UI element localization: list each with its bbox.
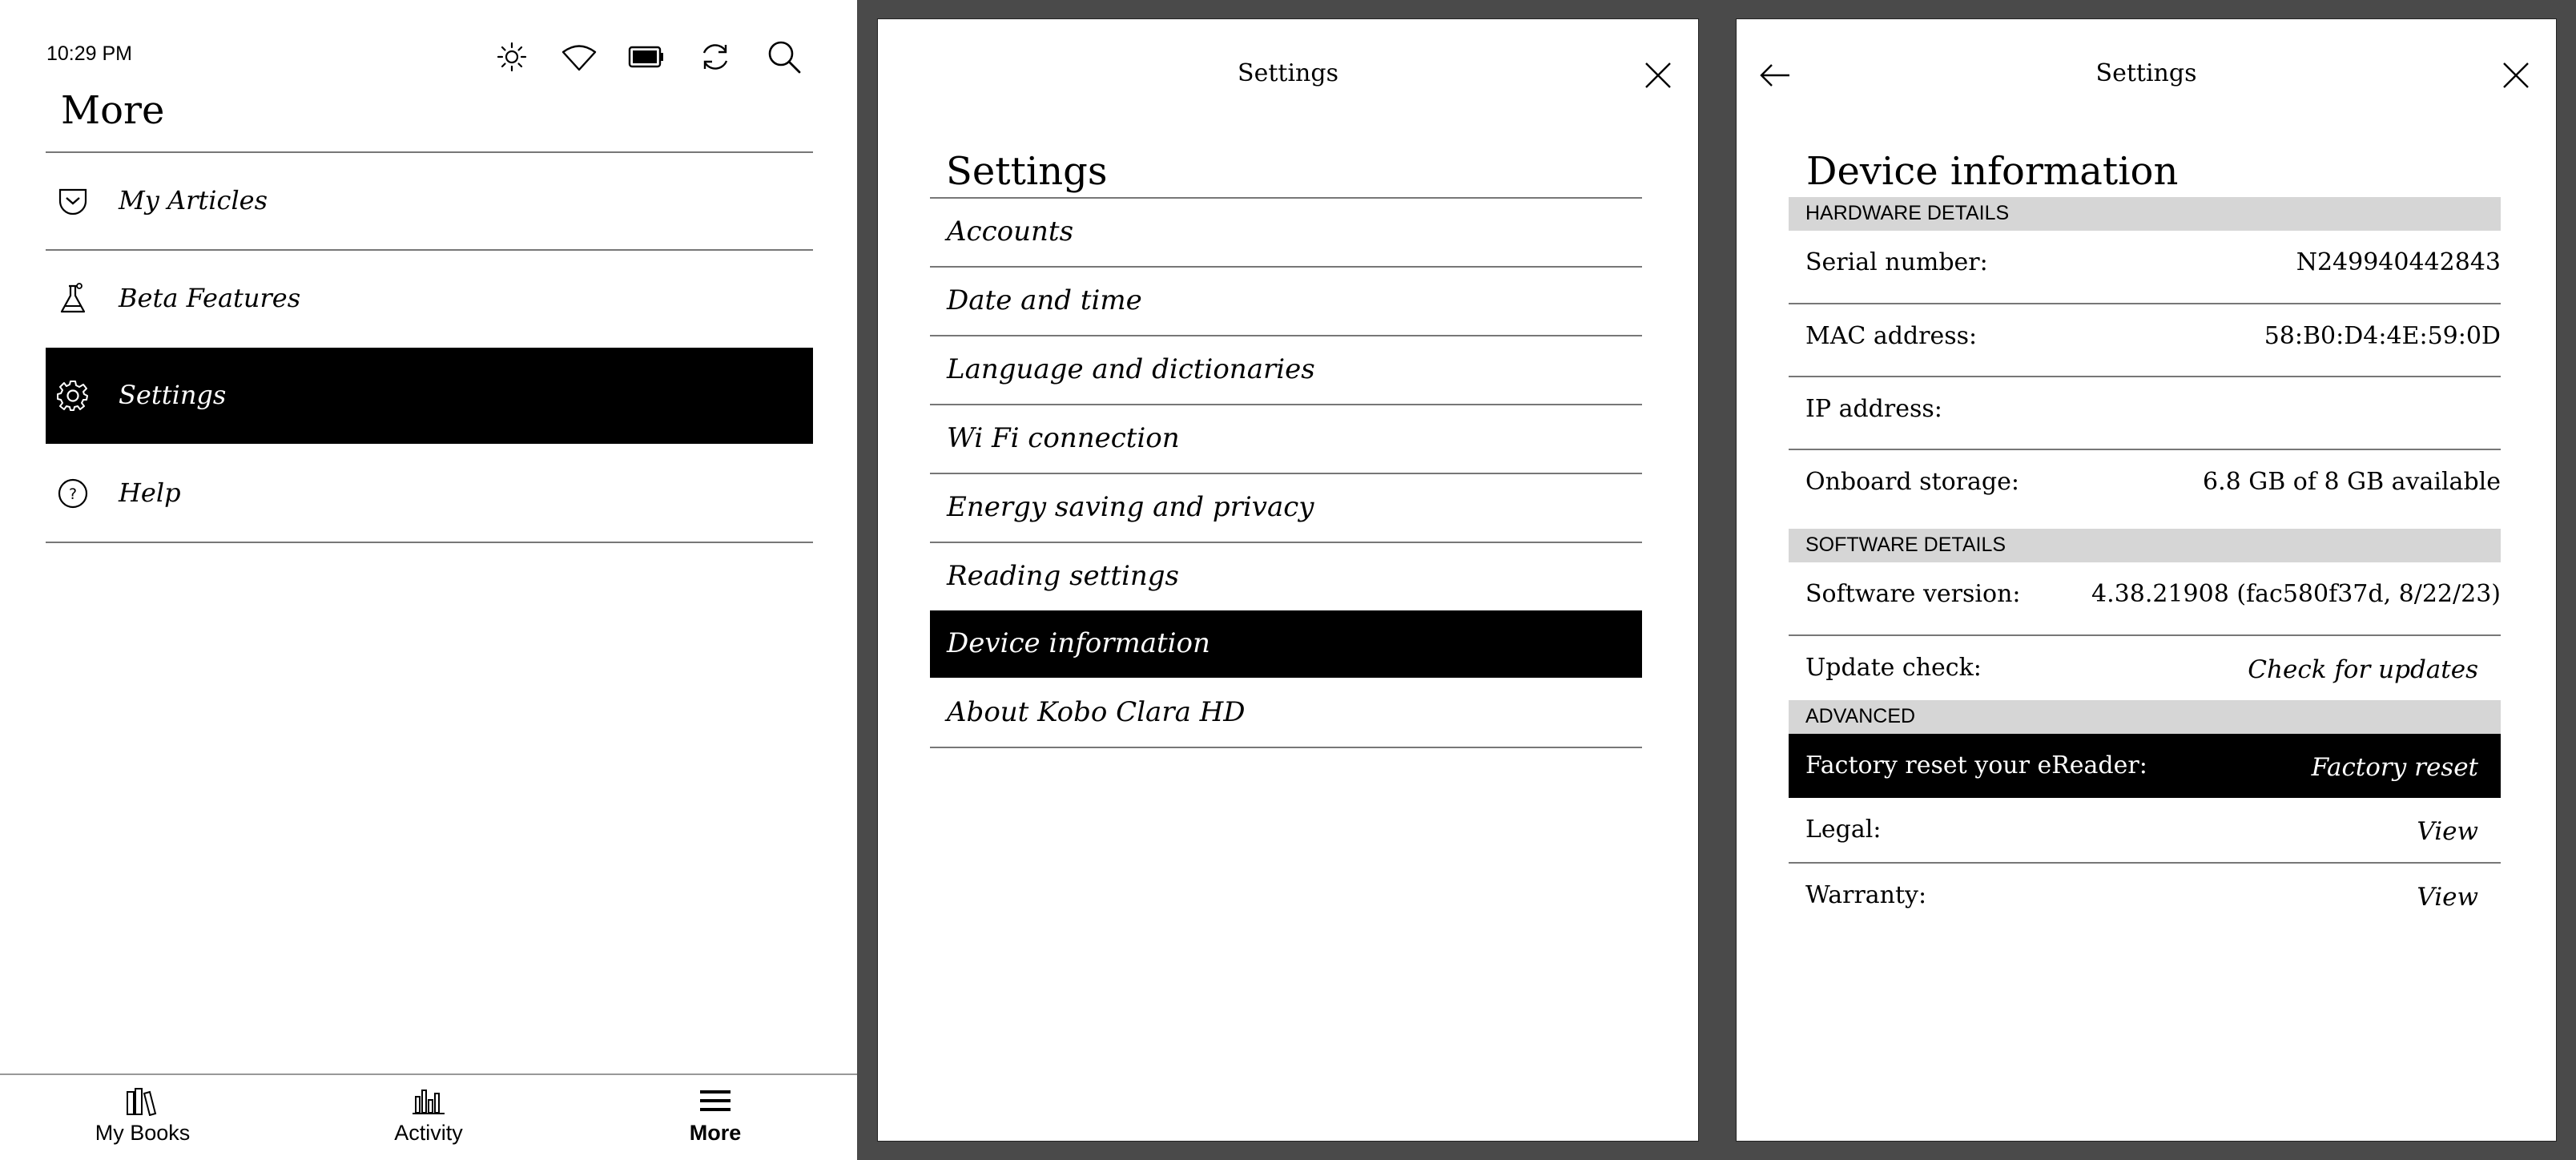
pocket-icon	[58, 188, 87, 215]
row-label: Serial number:	[1805, 248, 1988, 276]
settings-item-label: About Kobo Clara HD	[947, 696, 1246, 728]
header-title: Settings	[1238, 59, 1338, 87]
check-for-updates-button[interactable]: Check for updates	[2248, 655, 2478, 684]
software-version-row: Software version: 4.38.21908 (fac580f37d…	[1789, 562, 2501, 626]
menu-item-help[interactable]: ? Help	[46, 445, 813, 542]
factory-reset-button[interactable]: Factory reset	[2312, 753, 2478, 782]
row-label: IP address:	[1805, 395, 1942, 423]
header-title: Settings	[2095, 59, 2197, 87]
flask-icon	[60, 283, 86, 313]
search-icon[interactable]	[766, 38, 803, 75]
warranty-row: Warranty: View	[1789, 864, 2501, 928]
settings-item-reading[interactable]: Reading settings	[930, 543, 1642, 610]
settings-item-label: Reading settings	[947, 560, 1179, 592]
tab-bar-divider	[0, 1073, 857, 1075]
menu-item-label: Help	[119, 477, 181, 508]
tab-activity[interactable]: Activity	[332, 1085, 525, 1158]
section-title: HARDWARE DETAILS	[1805, 202, 2010, 224]
settings-item-energy[interactable]: Energy saving and privacy	[930, 474, 1642, 542]
factory-reset-row: Factory reset your eReader: Factory rese…	[1789, 734, 2501, 798]
row-value: 58:B0:D4:4E:59:0D	[2264, 322, 2501, 350]
row-label: Warranty:	[1805, 881, 1927, 909]
menu-item-label: Beta Features	[119, 283, 301, 313]
more-screen: 10:29 PM More My Articles Beta Features …	[0, 0, 857, 1160]
settings-item-device-info[interactable]: Device information	[930, 610, 1642, 678]
svg-text:?: ?	[69, 485, 77, 503]
section-title: ADVANCED	[1805, 705, 1916, 727]
section-header-hardware: HARDWARE DETAILS	[1789, 197, 2501, 231]
settings-item-label: Device information	[947, 627, 1210, 659]
status-time: 10:29 PM	[46, 42, 133, 65]
activity-chart-icon	[413, 1090, 445, 1114]
brightness-icon[interactable]	[493, 38, 530, 75]
row-label: MAC address:	[1805, 322, 1978, 350]
ip-address-row: IP address:	[1789, 377, 2501, 441]
section-title: SOFTWARE DETAILS	[1805, 534, 2006, 556]
mac-address-row: MAC address: 58:B0:D4:4E:59:0D	[1789, 304, 2501, 369]
menu-item-label: Settings	[119, 380, 227, 410]
update-check-row: Update check: Check for updates	[1789, 636, 2501, 700]
legal-view-button[interactable]: View	[2417, 817, 2478, 846]
menu-item-beta-features[interactable]: Beta Features	[46, 251, 813, 347]
page-title: More	[61, 88, 165, 133]
device-information-screen: Settings Device information HARDWARE DET…	[1736, 18, 2557, 1142]
close-icon[interactable]	[2500, 59, 2532, 91]
settings-item-label: Date and time	[947, 284, 1142, 316]
battery-icon[interactable]	[628, 38, 665, 75]
settings-item-label: Energy saving and privacy	[947, 491, 1314, 523]
section-header-advanced: ADVANCED	[1789, 700, 2501, 734]
settings-item-label: Accounts	[947, 215, 1074, 248]
settings-screen: Settings Settings Accounts Date and time…	[877, 18, 1699, 1142]
warranty-view-button[interactable]: View	[2417, 883, 2478, 912]
settings-item-about[interactable]: About Kobo Clara HD	[930, 679, 1642, 747]
row-label: Legal:	[1805, 816, 1882, 844]
section-header-software: SOFTWARE DETAILS	[1789, 529, 2501, 562]
tab-my-books[interactable]: My Books	[46, 1085, 239, 1158]
settings-item-language[interactable]: Language and dictionaries	[930, 336, 1642, 404]
divider	[46, 542, 813, 543]
page-title: Settings	[946, 149, 1108, 194]
row-value: 4.38.21908 (fac580f37d, 8/22/23)	[2091, 580, 2501, 608]
menu-item-settings[interactable]: Settings	[46, 348, 813, 444]
legal-row: Legal: View	[1789, 798, 2501, 862]
menu-icon	[700, 1090, 731, 1111]
sync-icon[interactable]	[697, 38, 734, 75]
page-title: Device information	[1806, 149, 2179, 194]
row-label: Factory reset your eReader:	[1805, 751, 2147, 779]
settings-item-label: Language and dictionaries	[947, 353, 1315, 385]
menu-item-label: My Articles	[119, 185, 268, 215]
help-icon: ?	[58, 478, 88, 509]
settings-item-date-time[interactable]: Date and time	[930, 268, 1642, 335]
tab-label: More	[689, 1121, 742, 1145]
row-label: Update check:	[1805, 654, 1982, 682]
tab-label: My Books	[95, 1121, 191, 1145]
row-value: N249940442843	[2296, 248, 2501, 276]
settings-item-wifi[interactable]: Wi Fi connection	[930, 405, 1642, 473]
settings-item-accounts[interactable]: Accounts	[930, 199, 1642, 266]
row-label: Software version:	[1805, 580, 2021, 608]
divider	[930, 747, 1642, 748]
tab-label: Activity	[394, 1121, 463, 1145]
row-value: 6.8 GB of 8 GB available	[2202, 468, 2501, 496]
books-icon	[127, 1088, 157, 1116]
onboard-storage-row: Onboard storage: 6.8 GB of 8 GB availabl…	[1789, 450, 2501, 514]
tab-more[interactable]: More	[619, 1085, 811, 1158]
close-icon[interactable]	[1642, 59, 1674, 91]
serial-number-row: Serial number: N249940442843	[1789, 231, 2501, 295]
wifi-icon[interactable]	[561, 38, 598, 75]
row-label: Onboard storage:	[1805, 468, 2019, 496]
settings-item-label: Wi Fi connection	[947, 422, 1180, 454]
menu-item-my-articles[interactable]: My Articles	[46, 153, 813, 249]
gear-icon	[57, 381, 88, 411]
